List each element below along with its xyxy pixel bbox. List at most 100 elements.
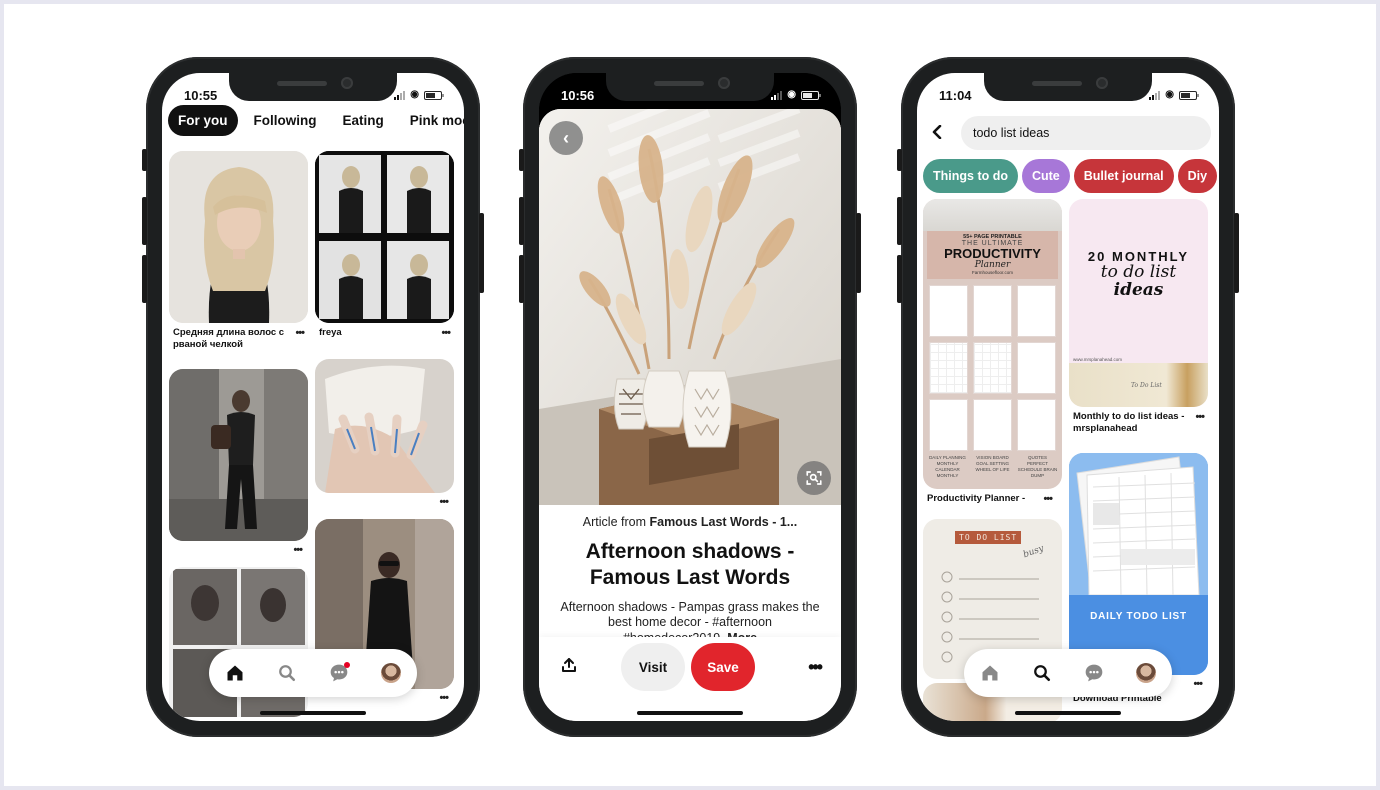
nav-messages[interactable]: [324, 658, 354, 688]
chip-diy[interactable]: Diy: [1177, 159, 1218, 193]
lens-icon: [806, 471, 822, 485]
more-icon[interactable]: •••: [295, 327, 305, 351]
visit-button[interactable]: Visit: [621, 643, 685, 691]
pin-card[interactable]: freya •••: [315, 151, 454, 341]
pin-image[interactable]: [315, 151, 454, 323]
planner-label: QUOTES PERFECT SCHEDULE BRAIN DUMP: [1017, 455, 1058, 478]
daily-todo-title: DAILY TODO LIST: [1090, 610, 1187, 622]
nav-profile[interactable]: [376, 658, 406, 688]
nav-home[interactable]: [975, 658, 1005, 688]
chevron-left-icon: [932, 124, 942, 139]
tab-eating[interactable]: Eating: [333, 105, 394, 136]
home-icon: [227, 665, 243, 681]
results-column-left: 55+ PAGE PRINTABLE THE ULTIMATE PRODUCTI…: [923, 199, 1062, 721]
more-icon[interactable]: •••: [439, 496, 449, 508]
nav-profile[interactable]: [1131, 658, 1161, 688]
volume-down-button: [519, 255, 524, 303]
volume-up-button: [519, 197, 524, 245]
pin-card[interactable]: •••: [169, 368, 308, 559]
pin-image[interactable]: [169, 151, 308, 323]
article-source[interactable]: Article from Famous Last Words - 1...: [553, 515, 827, 529]
nav-messages[interactable]: [1079, 658, 1109, 688]
volume-down-button: [897, 255, 902, 303]
pin-caption-row: •••: [315, 493, 454, 511]
pin-image[interactable]: 55+ PAGE PRINTABLE THE ULTIMATE PRODUCTI…: [923, 199, 1062, 489]
more-icon[interactable]: •••: [441, 327, 451, 341]
search-icon: [1034, 665, 1051, 682]
planner-label: VISION BOARD GOAL SETTING WHEEL OF LIFE: [975, 455, 1010, 472]
home-indicator: [637, 711, 743, 715]
wifi-icon: ◉: [410, 89, 419, 100]
pin-card[interactable]: 55+ PAGE PRINTABLE THE ULTIMATE PRODUCTI…: [923, 199, 1062, 507]
pin-title: Afternoon shadows - Famous Last Words: [585, 540, 795, 590]
pin-image[interactable]: [315, 358, 454, 493]
todo-script: busy: [1021, 543, 1046, 561]
chip-things-to-do[interactable]: Things to do: [923, 159, 1018, 193]
planner-script: Planner: [974, 260, 1011, 270]
pin-image[interactable]: DAILY TODO LIST: [1069, 452, 1208, 675]
power-button: [856, 213, 861, 293]
pin-hero-image[interactable]: ‹: [539, 109, 841, 505]
pin-caption: Productivity Planner -: [927, 493, 1026, 504]
battery-icon: [1179, 90, 1199, 100]
pin-image[interactable]: [169, 368, 308, 541]
notch: [984, 73, 1152, 101]
pin-card[interactable]: 20 MONTHLY to do list ideas www.mrsplana…: [1069, 199, 1208, 435]
tab-for-you[interactable]: For you: [168, 105, 238, 136]
avatar: [1136, 663, 1156, 683]
battery-icon: [424, 90, 444, 100]
tab-pink-mood[interactable]: Pink mood: [400, 105, 464, 136]
power-button: [1234, 213, 1239, 293]
home-icon: [982, 665, 998, 681]
phone-pin-detail: 10:56 ◉ ‹ Article from Famous Last Words…: [519, 57, 861, 737]
mute-switch: [897, 149, 902, 171]
share-icon: [562, 658, 576, 672]
pin-card[interactable]: Средняя длина волос с рваной челкой •••: [169, 151, 308, 351]
more-options-button[interactable]: •••: [808, 657, 823, 678]
search-input[interactable]: [961, 116, 1211, 150]
pin-caption-row: Productivity Planner - •••: [923, 489, 1062, 507]
pin-image[interactable]: 20 MONTHLY to do list ideas www.mrsplana…: [1069, 199, 1208, 407]
screen: 10:56 ◉ ‹ Article from Famous Last Words…: [539, 73, 841, 721]
signal-icon: [394, 90, 406, 100]
notch: [229, 73, 397, 101]
search-icon: [279, 665, 296, 682]
signal-icon: [771, 90, 783, 100]
more-icon[interactable]: •••: [439, 692, 449, 704]
search-bar: [917, 113, 1219, 153]
home-indicator: [1015, 711, 1121, 715]
back-button[interactable]: [931, 123, 947, 144]
monthly-site: www.mrsplanahead.com: [1073, 357, 1123, 362]
home-indicator: [260, 711, 366, 715]
chip-cute[interactable]: Cute: [1021, 159, 1070, 193]
nav-search[interactable]: [1027, 658, 1057, 688]
more-icon[interactable]: •••: [1193, 678, 1203, 690]
save-button[interactable]: Save: [691, 643, 755, 691]
volume-down-button: [142, 255, 147, 303]
status-time: 10:56: [561, 87, 595, 103]
screen: 10:55 ◉ For you Following Eating Pink mo…: [162, 73, 464, 721]
monthly-note: To Do List: [1131, 382, 1162, 389]
filter-chips: Things to do Cute Bullet journal Diy: [923, 159, 1218, 193]
share-button[interactable]: [561, 657, 577, 678]
visual-search-button[interactable]: [797, 461, 831, 495]
volume-up-button: [142, 197, 147, 245]
battery-icon: [801, 90, 821, 100]
results-column-right: 20 MONTHLY to do list ideas www.mrsplana…: [1069, 199, 1208, 704]
pin-card[interactable]: •••: [315, 358, 454, 511]
nav-search[interactable]: [272, 658, 302, 688]
pin-caption: Средняя длина волос с рваной челкой: [173, 327, 285, 350]
back-button[interactable]: ‹: [549, 121, 583, 155]
pin-caption: Monthly to do list ideas - mrsplanahead: [1073, 411, 1185, 434]
more-icon[interactable]: •••: [1043, 493, 1053, 507]
avatar: [381, 663, 401, 683]
tab-following[interactable]: Following: [244, 105, 327, 136]
more-icon[interactable]: •••: [293, 544, 303, 556]
nav-home[interactable]: [220, 658, 250, 688]
notch: [606, 73, 774, 101]
chip-bullet-journal[interactable]: Bullet journal: [1073, 159, 1174, 193]
chevron-left-icon: ‹: [563, 127, 569, 148]
mute-switch: [142, 149, 147, 171]
more-icon[interactable]: •••: [1195, 411, 1205, 435]
pin-caption-row: freya •••: [315, 323, 454, 341]
